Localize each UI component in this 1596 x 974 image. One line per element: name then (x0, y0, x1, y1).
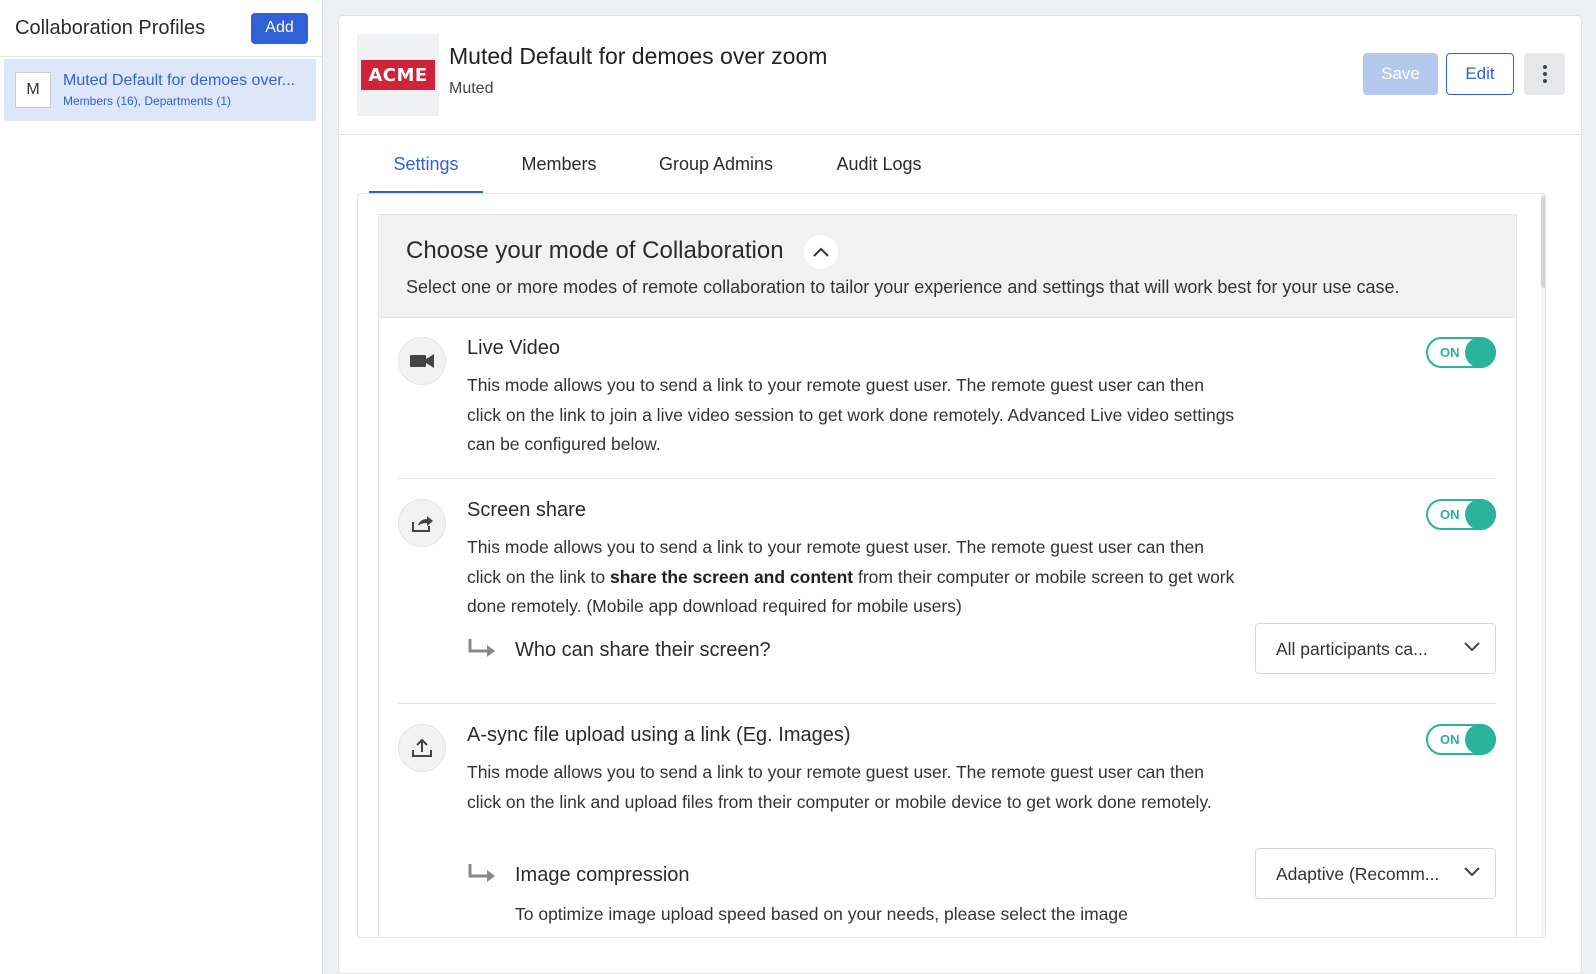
sidebar-item-profile[interactable]: M Muted Default for demoes over... Membe… (4, 59, 316, 121)
kebab-menu-icon[interactable] (1524, 53, 1565, 95)
divider (398, 703, 1496, 704)
select-value: All participants ca... (1276, 639, 1428, 659)
screen-share-toggle[interactable]: ON (1426, 499, 1496, 530)
sidebar-title: Collaboration Profiles (15, 16, 206, 39)
sub-arrow-icon (467, 862, 497, 889)
tab-bar: Settings Members Group Admins Audit Logs (369, 135, 961, 193)
toggle-label: ON (1440, 732, 1460, 747)
profiles-sidebar: Collaboration Profiles Add M Muted Defau… (0, 0, 323, 974)
toggle-knob (1465, 499, 1496, 530)
page-title: Muted Default for demoes over zoom (449, 43, 828, 69)
mode-title: Live Video (467, 337, 561, 359)
chevron-down-icon (1463, 865, 1481, 883)
async-upload-toggle[interactable]: ON (1426, 724, 1496, 755)
sub-arrow-icon (467, 637, 497, 664)
desc-bold: share the screen and content (609, 566, 854, 587)
profile-text: Muted Default for demoes over... Members… (63, 72, 295, 108)
mode-description: This mode allows you to send a link to y… (467, 375, 1235, 454)
mode-description: This mode allows you to send a link to y… (467, 762, 1212, 812)
screen-share-setting: Who can share their screen? All particip… (467, 623, 1496, 677)
save-button[interactable]: Save (1363, 53, 1438, 95)
mode-async-upload: A-sync file upload using a link (Eg. Ima… (398, 724, 1496, 937)
chevron-up-icon[interactable] (804, 235, 838, 269)
select-value: Adaptive (Recomm... (1276, 864, 1440, 884)
profile-name: Muted Default for demoes over... (63, 72, 296, 89)
dot (1542, 65, 1547, 69)
tab-settings[interactable]: Settings (369, 135, 483, 193)
section-description: Select one or more modes of remote colla… (406, 277, 1400, 297)
dot (1542, 72, 1547, 76)
page-subtitle: Muted (449, 80, 494, 97)
mode-screen-share: Screen share This mode allows you to sen… (398, 499, 1496, 699)
collaboration-mode-section: Choose your mode of Collaboration Select… (378, 214, 1517, 937)
tab-group-admins[interactable]: Group Admins (635, 135, 797, 193)
toggle-label: ON (1440, 507, 1460, 522)
profile-meta: Members (16), Departments (1) (63, 94, 232, 108)
chevron-down-icon (1463, 640, 1481, 658)
scrollbar-thumb[interactable] (1541, 196, 1545, 288)
add-profile-button[interactable]: Add (251, 12, 308, 44)
scrollbar[interactable] (1541, 194, 1545, 937)
dot (1542, 79, 1547, 83)
divider (398, 478, 1496, 479)
profile-detail-panel: ACME Muted Default for demoes over zoom … (338, 15, 1582, 974)
section-header: Choose your mode of Collaboration Select… (379, 215, 1516, 318)
section-title: Choose your mode of Collaboration (406, 237, 784, 264)
tab-audit-logs[interactable]: Audit Logs (797, 135, 961, 193)
mode-title: A-sync file upload using a link (Eg. Ima… (467, 724, 851, 746)
toggle-knob (1465, 337, 1496, 368)
settings-content: Choose your mode of Collaboration Select… (357, 193, 1546, 938)
setting-label: Image compression (515, 864, 690, 886)
toggle-label: ON (1440, 345, 1460, 360)
video-camera-icon (398, 337, 446, 385)
share-icon (398, 499, 446, 547)
logo-container: ACME (357, 34, 439, 116)
edit-button[interactable]: Edit (1446, 53, 1514, 95)
setting-description: To optimize image upload speed based on … (515, 904, 1128, 924)
toggle-knob (1465, 724, 1496, 755)
sidebar-header: Collaboration Profiles Add (0, 0, 322, 57)
mode-live-video: Live Video This mode allows you to send … (398, 337, 1496, 477)
acme-logo: ACME (361, 60, 435, 90)
mode-description: This mode allows you to send a link to y… (467, 533, 1237, 622)
upload-icon (398, 724, 446, 772)
profile-header: ACME Muted Default for demoes over zoom … (339, 16, 1581, 135)
screen-share-select[interactable]: All participants ca... (1255, 623, 1496, 674)
setting-label: Who can share their screen? (515, 639, 771, 661)
live-video-toggle[interactable]: ON (1426, 337, 1496, 368)
mode-title: Screen share (467, 499, 586, 521)
tab-members[interactable]: Members (483, 135, 635, 193)
image-compression-select[interactable]: Adaptive (Recomm... (1255, 848, 1496, 899)
image-compression-setting: Image compression To optimize image uplo… (467, 848, 1496, 937)
avatar: M (15, 72, 51, 108)
